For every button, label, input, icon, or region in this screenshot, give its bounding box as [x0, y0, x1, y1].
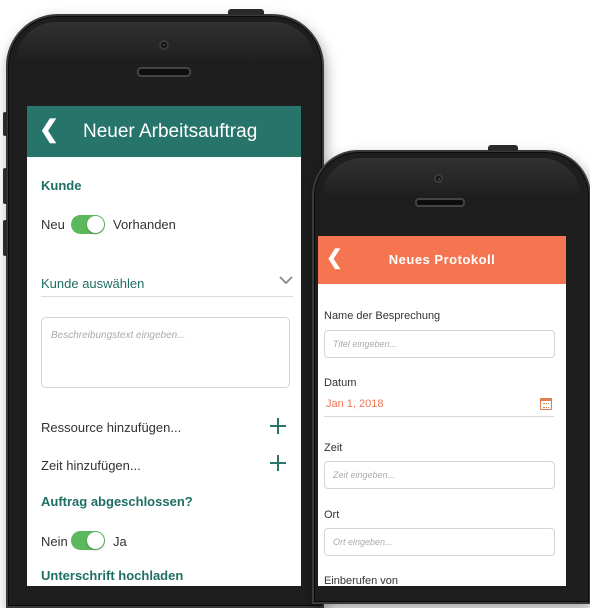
screen-new-work-order: ❮ Neuer Arbeitsauftrag Kunde Neu Vorhand… [27, 106, 301, 586]
add-time-label: Zeit hinzufügen... [41, 458, 141, 473]
toggle-knob [87, 532, 104, 549]
meeting-name-label: Name der Besprechung [324, 310, 441, 322]
place-input[interactable]: Ort eingeben... [324, 528, 555, 556]
phone-side-button [3, 220, 7, 256]
toggle-label-new: Neu [41, 217, 65, 232]
phone-side-button [3, 112, 7, 136]
section-heading-customer: Kunde [41, 178, 82, 193]
convened-by-label: Einberufen von [324, 575, 398, 586]
section-heading-completed: Auftrag abgeschlossen? [41, 494, 193, 509]
toggle-knob [87, 216, 104, 233]
meeting-name-input[interactable]: Titel eingeben... [324, 330, 555, 358]
place-placeholder: Ort eingeben... [333, 537, 393, 547]
app-bar: ❮ Neues Protokoll [318, 236, 566, 284]
add-resource-plus-icon[interactable] [270, 418, 286, 434]
customer-select-label: Kunde auswählen [41, 276, 145, 291]
add-time-plus-icon[interactable] [270, 455, 286, 471]
calendar-icon[interactable] [540, 398, 552, 410]
description-textarea[interactable]: Beschreibungstext eingeben... [41, 317, 290, 388]
date-value: Jan 1, 2018 [326, 398, 384, 410]
toggle-label-no: Nein [41, 534, 68, 549]
page-title: Neuer Arbeitsauftrag [83, 121, 258, 142]
phone-side-button [3, 168, 7, 204]
phone-top-button [488, 145, 518, 151]
page-title: Neues Protokoll [388, 252, 496, 267]
earpiece-speaker [137, 67, 191, 77]
earpiece-speaker [415, 198, 465, 207]
chevron-left-icon[interactable]: ❮ [39, 115, 59, 145]
front-camera [159, 40, 169, 50]
completed-toggle[interactable] [71, 531, 105, 550]
place-label: Ort [324, 509, 340, 521]
front-camera [434, 174, 443, 183]
phone-highlight [322, 158, 581, 198]
add-resource-label: Ressource hinzufügen... [41, 420, 182, 435]
time-label: Zeit [324, 442, 343, 454]
customer-select[interactable]: Kunde auswählen [41, 268, 293, 297]
chevron-down-icon [279, 276, 293, 284]
date-field[interactable]: Jan 1, 2018 [324, 394, 554, 417]
section-heading-signature: Unterschrift hochladen [41, 568, 184, 583]
toggle-label-yes: Ja [113, 534, 127, 549]
time-placeholder: Zeit eingeben... [333, 470, 396, 480]
description-placeholder: Beschreibungstext eingeben... [51, 330, 186, 341]
customer-type-toggle[interactable] [71, 215, 105, 234]
meeting-name-placeholder: Titel eingeben... [333, 339, 397, 349]
toggle-label-existing: Vorhanden [113, 217, 176, 232]
time-input[interactable]: Zeit eingeben... [324, 461, 555, 489]
date-label: Datum [324, 377, 357, 389]
app-bar: ❮ Neuer Arbeitsauftrag [27, 106, 301, 157]
phone-top-button [228, 9, 264, 15]
screen-new-protocol: ❮ Neues Protokoll Name der Besprechung T… [318, 236, 566, 586]
